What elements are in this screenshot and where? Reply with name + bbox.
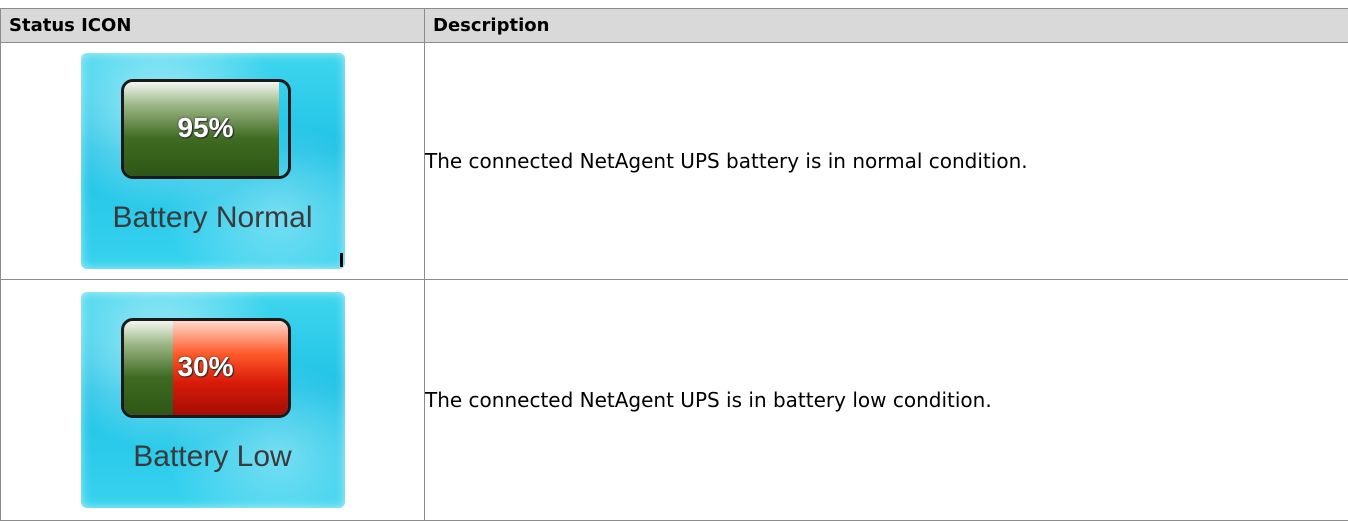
battery-icon: 95% (121, 79, 291, 179)
header-row: Status ICON Description (1, 9, 1348, 43)
battery-status-label: Battery Normal (81, 201, 345, 235)
tile-mark (340, 253, 343, 267)
status-description: The connected NetAgent UPS is in battery… (425, 280, 1348, 521)
table-row: 30% Battery Low The connected NetAgent U… (1, 280, 1348, 521)
table-row: 95% Battery Normal The connected NetAgen… (1, 43, 1348, 280)
status-description: The connected NetAgent UPS battery is in… (425, 43, 1348, 280)
battery-normal-tile: 95% Battery Normal (81, 53, 345, 269)
header-description: Description (425, 9, 1348, 43)
battery-percent: 30% (124, 351, 288, 383)
battery-percent: 95% (124, 112, 288, 144)
header-status-icon: Status ICON (1, 9, 425, 43)
battery-low-tile: 30% Battery Low (81, 292, 345, 508)
status-table: Status ICON Description 95% Battery Norm… (0, 8, 1348, 521)
status-icon-cell: 30% Battery Low (1, 280, 425, 521)
status-icon-cell: 95% Battery Normal (1, 43, 425, 280)
battery-status-label: Battery Low (81, 440, 345, 474)
battery-icon: 30% (121, 318, 291, 418)
